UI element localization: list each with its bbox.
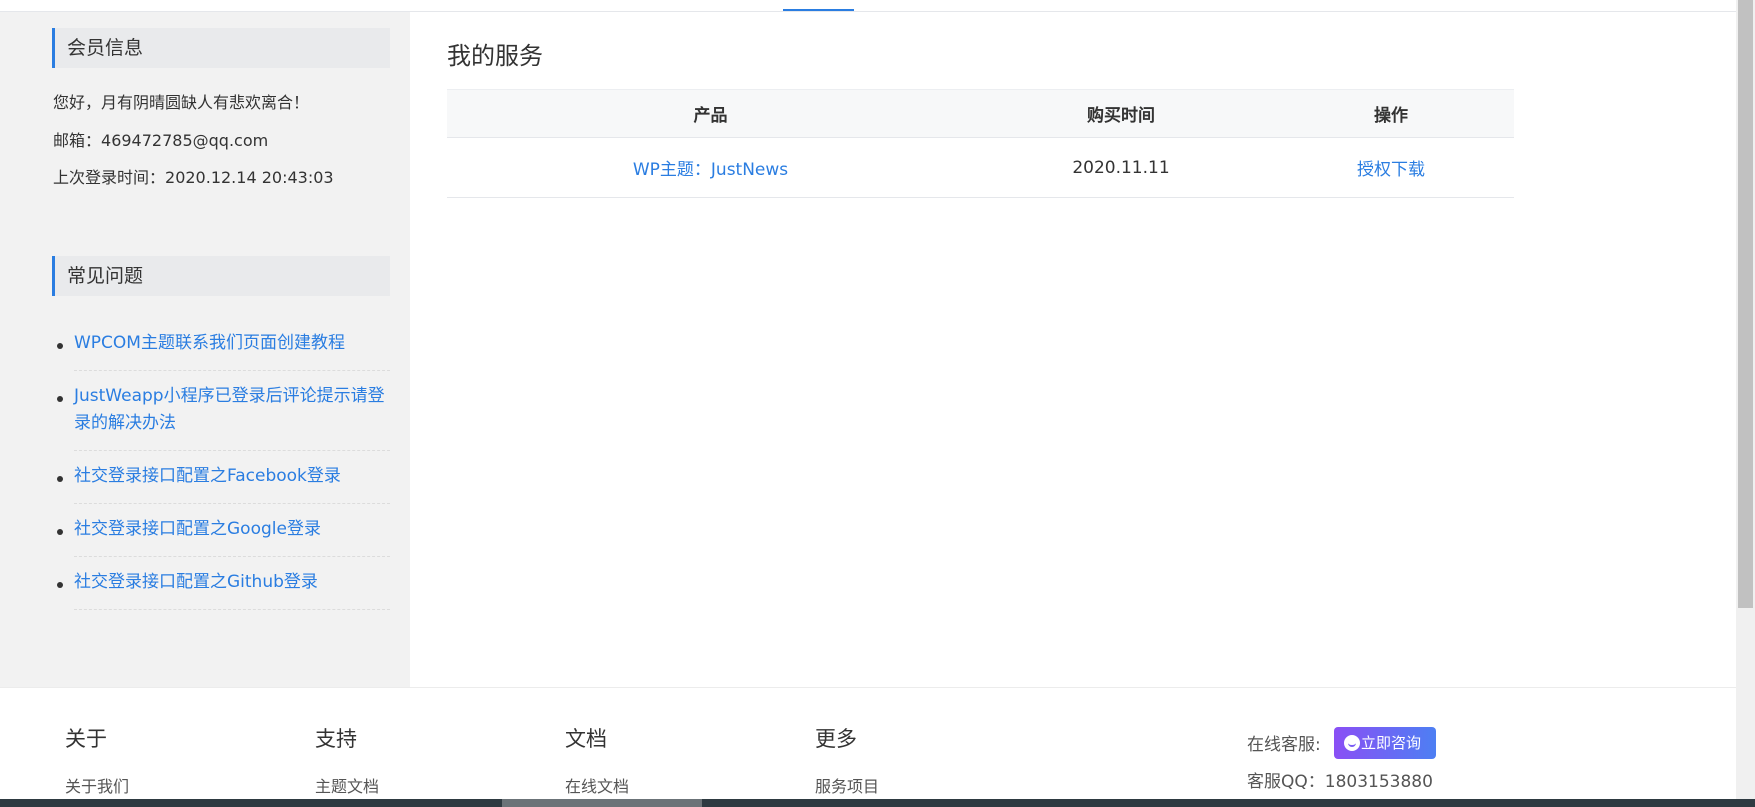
footer-link[interactable]: 关于我们 [65, 773, 129, 797]
cell-product: WP主题：JustNews [447, 137, 974, 198]
footer-column-title: 关于 [65, 727, 107, 751]
qq-label: 客服QQ： [1247, 772, 1325, 792]
faq-item: JustWeapp小程序已登录后评论提示请登录的解决办法 [57, 371, 390, 451]
top-nav-bar [0, 0, 1736, 12]
faq-list: WPCOM主题联系我们页面创建教程 JustWeapp小程序已登录后评论提示请登… [52, 318, 390, 610]
email-label: 邮箱： [53, 131, 102, 150]
footer-link[interactable]: 服务项目 [815, 773, 879, 797]
bottom-bar-segment [502, 799, 702, 807]
faq-link[interactable]: 社交登录接口配置之Github登录 [74, 572, 318, 592]
faq-link[interactable]: JustWeapp小程序已登录后评论提示请登录的解决办法 [74, 386, 385, 433]
footer-column-about: 关于 关于我们 [65, 723, 129, 797]
cell-purchase-time: 2020.11.11 [974, 137, 1268, 198]
faq-item: 社交登录接口配置之Github登录 [57, 557, 390, 610]
online-service-label: 在线客服: [1247, 735, 1321, 755]
member-greeting: 您好，月有阴晴圆缺人有悲欢离合！ [53, 93, 310, 112]
footer-column-title: 支持 [315, 727, 357, 751]
active-tab-indicator [783, 9, 854, 11]
faq-heading: 常见问题 [52, 256, 390, 296]
faq-link[interactable]: 社交登录接口配置之Facebook登录 [74, 466, 341, 486]
scrollbar-thumb[interactable] [1738, 0, 1753, 608]
last-login-value: 2020.12.14 20:43:03 [165, 168, 334, 187]
email-value: 469472785@qq.com [101, 131, 269, 150]
faq-link[interactable]: 社交登录接口配置之Google登录 [74, 519, 321, 539]
member-email: 邮箱：469472785@qq.com [53, 127, 268, 151]
footer-link[interactable]: 在线文档 [565, 773, 629, 797]
table-row: WP主题：JustNews 2020.11.11 授权下载 [447, 137, 1514, 198]
service-qq: 客服QQ：1803153880 [1247, 767, 1433, 792]
page-title: 我的服务 [447, 42, 543, 70]
faq-item: 社交登录接口配置之Google登录 [57, 504, 390, 557]
faq-item: WPCOM主题联系我们页面创建教程 [57, 318, 390, 371]
table-header-row: 产品 购买时间 操作 [447, 89, 1514, 138]
last-login-label: 上次登录时间： [53, 168, 166, 187]
bottom-bar [0, 799, 1755, 807]
chat-icon [1344, 735, 1360, 751]
footer-link[interactable]: 主题文档 [315, 773, 379, 797]
column-header-product: 产品 [447, 89, 974, 138]
faq-item: 社交登录接口配置之Facebook登录 [57, 451, 390, 504]
footer-column-more: 更多 服务项目 [815, 723, 879, 797]
product-link[interactable]: WP主题：JustNews [633, 160, 788, 180]
qq-value: 1803153880 [1324, 772, 1433, 792]
consult-button-label: 立即咨询 [1360, 734, 1421, 752]
footer-column-docs: 文档 在线文档 [565, 723, 629, 797]
member-info-heading: 会员信息 [52, 28, 390, 68]
footer: 关于 关于我们 支持 主题文档 文档 在线文档 更多 服务项目 在线客服: 立即… [0, 687, 1736, 800]
cell-action: 授权下载 [1268, 137, 1514, 198]
services-table: 产品 购买时间 操作 WP主题：JustNews 2020.11.11 授权下载 [447, 89, 1514, 198]
footer-column-support: 支持 主题文档 [315, 723, 379, 797]
column-header-purchase-time: 购买时间 [974, 89, 1268, 138]
footer-column-title: 文档 [565, 727, 607, 751]
faq-link[interactable]: WPCOM主题联系我们页面创建教程 [74, 333, 345, 353]
license-download-link[interactable]: 授权下载 [1357, 160, 1425, 180]
member-last-login: 上次登录时间：2020.12.14 20:43:03 [53, 164, 334, 188]
consult-button[interactable]: 立即咨询 [1334, 727, 1436, 759]
column-header-action: 操作 [1268, 89, 1514, 138]
footer-column-title: 更多 [815, 727, 857, 751]
